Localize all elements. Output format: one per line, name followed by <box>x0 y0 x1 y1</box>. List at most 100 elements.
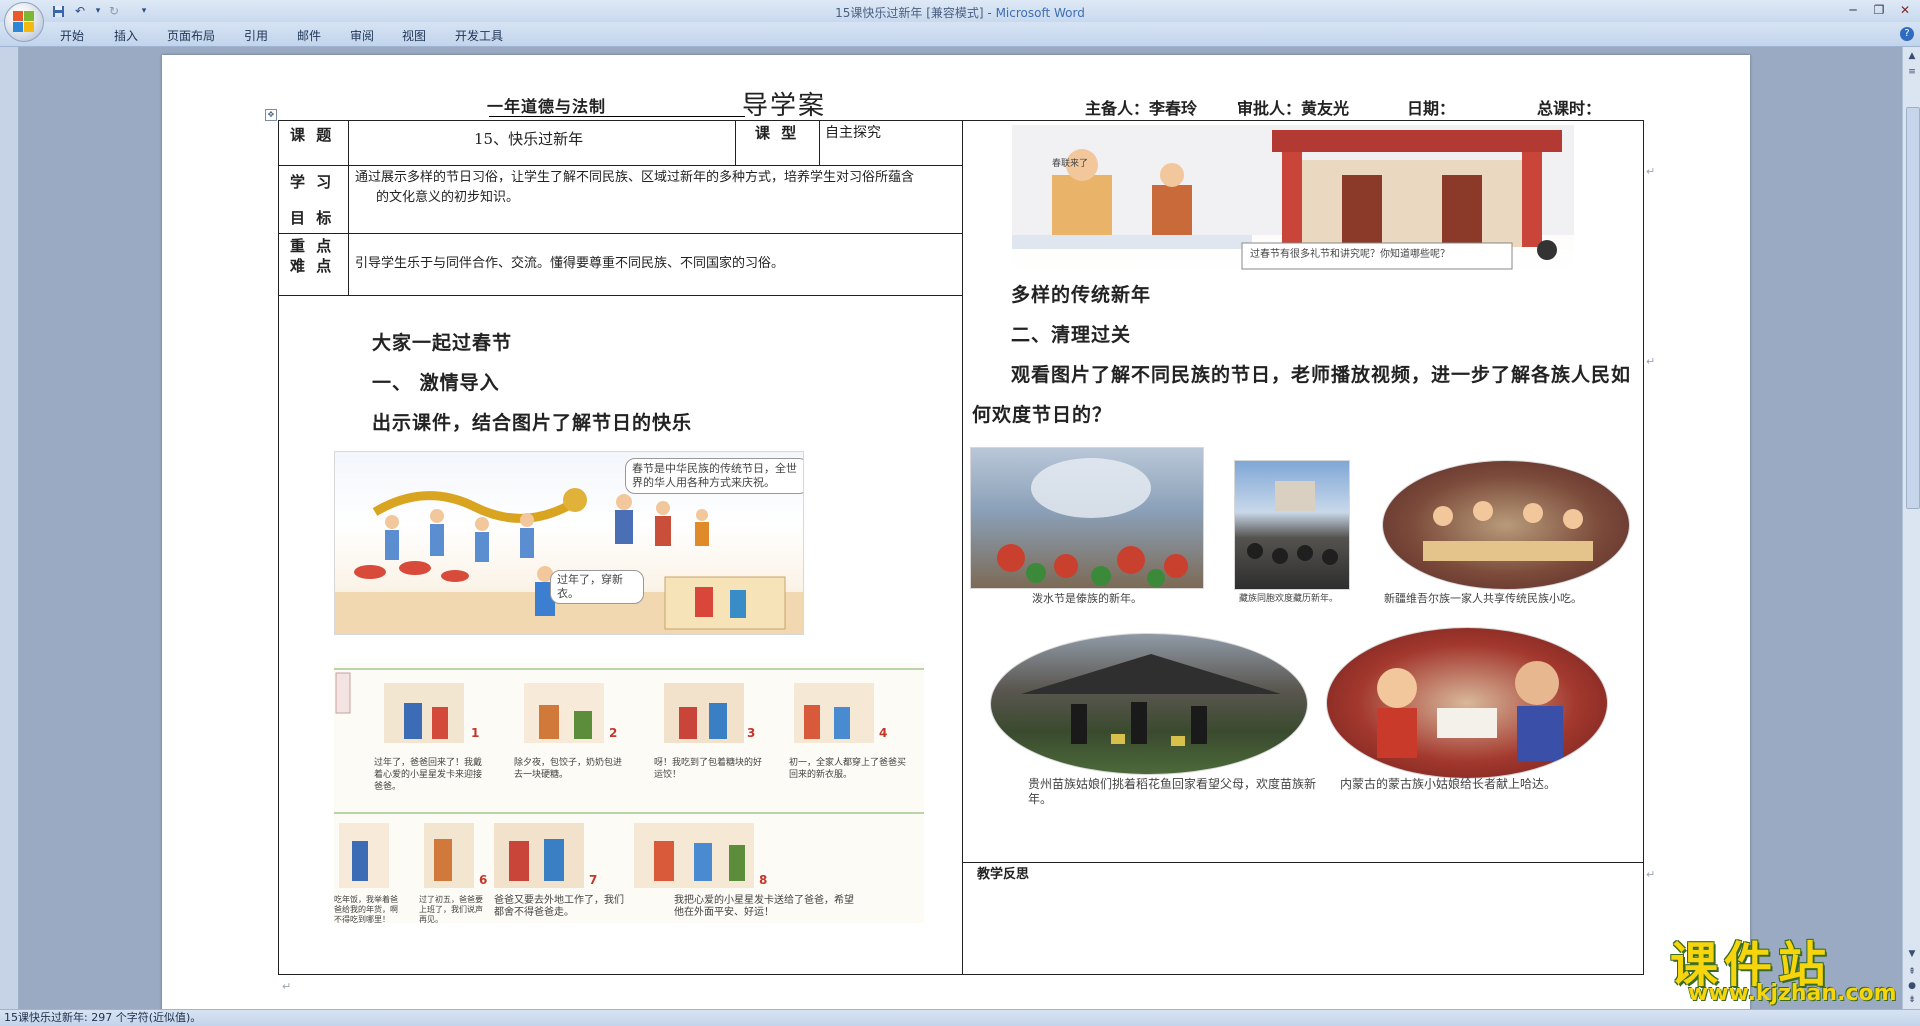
strip-caption-2: 除夕夜，包饺子，奶奶包进去一块硬糖。 <box>514 758 623 780</box>
document-area: 一年道德与法制 导学案 主备人：李春玲 审批人：黄友光 日期： 总课时： ✥ 课… <box>0 47 1902 1009</box>
story-strip-illustration <box>334 668 924 888</box>
tab-page-layout[interactable]: 页面布局 <box>167 27 215 44</box>
strip-caption-7: 爸爸又要去外地工作了，我们都舍不得爸爸走。 <box>494 895 624 918</box>
office-button[interactable] <box>4 2 44 42</box>
paragraph-mark: ↵ <box>1646 868 1656 881</box>
close-icon[interactable]: ✕ <box>1892 2 1918 18</box>
video-paragraph: 观看图片了解不同民族的节日，老师播放视频，进一步了解各族人民如 <box>1011 364 1632 386</box>
topic-col-line <box>735 120 736 165</box>
uyghur-photo <box>1382 460 1630 590</box>
date-label: 日期： <box>1407 99 1456 118</box>
help-icon[interactable]: ? <box>1900 27 1914 41</box>
tab-mailings[interactable]: 邮件 <box>297 27 321 44</box>
gate-caption: 过春节有很多礼节和讲究呢？你知道哪些呢？ <box>1250 249 1450 260</box>
strip-caption-5: 吃年饭，我举着爸爸给我的年货，啊不得吃到哪里！ <box>334 895 398 923</box>
story-strip-image: 1 2 3 4 6 7 8 过年了，爸爸回来了！我戴着心爱的小星星发卡来迎接爸爸… <box>334 663 924 923</box>
row-line-2 <box>278 233 962 234</box>
miao-caption: 贵州苗族姑娘们挑着稻花鱼回家看望父母，欢度苗族新年。 <box>1028 777 1317 806</box>
preparer-label: 主备人：李春玲 <box>1085 99 1198 118</box>
dai-caption: 泼水节是傣族的新年。 <box>1032 592 1142 605</box>
minimize-icon[interactable]: ─ <box>1840 2 1866 18</box>
ruler-toggle-icon[interactable]: ≡ <box>1905 65 1919 79</box>
mongolian-caption: 内蒙古的蒙古族小姑娘给长者献上哈达。 <box>1340 777 1557 791</box>
new-year-gate-image: 春联来了 过春节有很多礼节和讲究呢？你知道哪些呢？ <box>1012 125 1574 272</box>
uyghur-photo-shapes <box>1423 501 1593 561</box>
diverse-new-year-heading: 多样的传统新年 <box>1011 284 1152 306</box>
goal-text-line1: 通过展示多样的节日习俗，让学生了解不同民族、区域过新年的多种方式，培养学生对习俗… <box>355 170 915 185</box>
table-move-handle-icon[interactable]: ✥ <box>265 109 277 121</box>
vertical-ruler <box>0 47 19 1009</box>
watermark-url: www.kjzhan.com <box>1688 981 1897 1006</box>
table-border-top <box>278 120 1644 121</box>
paragraph-mark: ↵ <box>1646 355 1656 368</box>
title-separator: - <box>983 6 996 20</box>
ribbon-tab-bar: 开始 插入 页面布局 引用 邮件 审阅 视图 开发工具 ? <box>0 22 1920 47</box>
app-name: Microsoft Word <box>995 6 1085 20</box>
office-logo-icon <box>13 11 35 33</box>
uyghur-caption: 新疆维吾尔族一家人共享传统民族小吃。 <box>1384 592 1582 605</box>
column-divider <box>962 120 963 975</box>
goal-text-line2: 的文化意义的初步知识。 <box>376 190 520 205</box>
table-border-bottom <box>278 974 1644 975</box>
tab-review[interactable]: 审阅 <box>350 27 374 44</box>
window-title: 15课快乐过新年 [兼容模式] - Microsoft Word <box>0 4 1920 21</box>
mongolian-photo <box>1326 627 1608 779</box>
mongolian-photo-shapes <box>1377 661 1563 761</box>
subject-underline <box>489 116 745 117</box>
paragraph-mark: ↵ <box>282 980 292 993</box>
doc-type-heading: 导学案 <box>742 91 827 121</box>
subject-heading: 一年道德与法制 <box>487 97 607 116</box>
approver-label: 审批人：黄友光 <box>1237 99 1350 118</box>
total-hours-label: 总课时： <box>1537 99 1602 118</box>
water-splashing-photo <box>970 447 1204 589</box>
strip-caption-6: 过了初五，爸爸要上班了，我们说声再见。 <box>419 895 483 923</box>
key-text: 引导学生乐于与同伴合作、交流。懂得要尊重不同民族、不同国家的习俗。 <box>355 256 785 271</box>
row-line-1 <box>278 165 962 166</box>
spring-festival-comic-image: 春节是中华民族的传统节日，全世界的华人用各种方式来庆祝。 过年了，穿新衣。 <box>334 451 804 635</box>
spring-festival-heading: 大家一起过春节 <box>372 332 513 354</box>
strip-caption-4: 初一，全家人都穿上了爸爸买回来的新衣服。 <box>789 758 907 780</box>
panel-number-3: 3 <box>747 726 756 740</box>
strip-caption-8: 我把心爱的小星星发卡送给了爸爸，希望他在外面平安、好运！ <box>674 895 854 918</box>
goal-label-line2: 目 标 <box>290 209 335 227</box>
reflection-label: 教学反思 <box>977 867 1030 882</box>
instruction-text: 出示课件，结合图片了解节日的快乐 <box>372 412 693 434</box>
panel-number-6: 6 <box>479 873 488 887</box>
scrollbar-thumb[interactable] <box>1906 107 1920 509</box>
word-count-status[interactable]: 15课快乐过新年: 297 个字符(近似值)。 <box>4 1011 201 1024</box>
miao-photo <box>990 633 1308 775</box>
panel-number-1: 1 <box>471 726 480 740</box>
tibetan-photo-shapes <box>1247 481 1338 565</box>
restore-icon[interactable]: ❐ <box>1866 2 1892 18</box>
key-label-line1: 重 点 <box>290 237 335 255</box>
comic-bubble-2: 过年了，穿新衣。 <box>550 570 644 604</box>
tibetan-photo <box>1234 460 1350 590</box>
document-page[interactable]: 一年道德与法制 导学案 主备人：李春玲 审批人：黄友光 日期： 总课时： ✥ 课… <box>162 55 1750 1009</box>
vertical-scrollbar[interactable]: ▲ ≡ ▼ ⇞ ● ⇟ <box>1902 47 1920 1009</box>
tab-references[interactable]: 引用 <box>244 27 268 44</box>
goal-label-line1: 学 习 <box>290 173 335 191</box>
topic-label: 课 题 <box>290 126 335 144</box>
title-bar: ↶ ▾ ↻ ▾ 15课快乐过新年 [兼容模式] - Microsoft Word… <box>0 0 1920 23</box>
tab-insert[interactable]: 插入 <box>114 27 138 44</box>
table-border-right <box>1643 120 1644 975</box>
panel-number-7: 7 <box>589 873 598 887</box>
key-label-line2: 难 点 <box>290 257 335 275</box>
panel-number-8: 8 <box>759 873 768 887</box>
panel-number-4: 4 <box>879 726 888 740</box>
tab-developer[interactable]: 开发工具 <box>455 27 503 44</box>
comic-bubble-1: 春节是中华民族的传统节日，全世界的华人用各种方式来庆祝。 <box>625 458 803 494</box>
tab-home[interactable]: 开始 <box>60 27 84 44</box>
scroll-up-icon[interactable]: ▲ <box>1905 49 1919 63</box>
type-label: 课 型 <box>755 124 800 142</box>
tab-view[interactable]: 视图 <box>402 27 426 44</box>
strip-caption-1: 过年了，爸爸回来了！我戴着心爱的小星星发卡来迎接爸爸。 <box>374 758 483 792</box>
table-border-left <box>278 120 279 975</box>
row-line-3 <box>278 295 962 296</box>
type-value: 自主探究 <box>825 125 881 141</box>
document-title: 15课快乐过新年 [兼容模式] <box>835 6 984 20</box>
strip-caption-3: 呀！我吃到了包着糖块的好运饺！ <box>654 758 763 780</box>
miao-photo-shapes <box>1021 654 1281 746</box>
video-paragraph-cont: 何欢度节日的？ <box>972 404 1113 426</box>
status-bar: 15课快乐过新年: 297 个字符(近似值)。 <box>0 1009 1920 1026</box>
